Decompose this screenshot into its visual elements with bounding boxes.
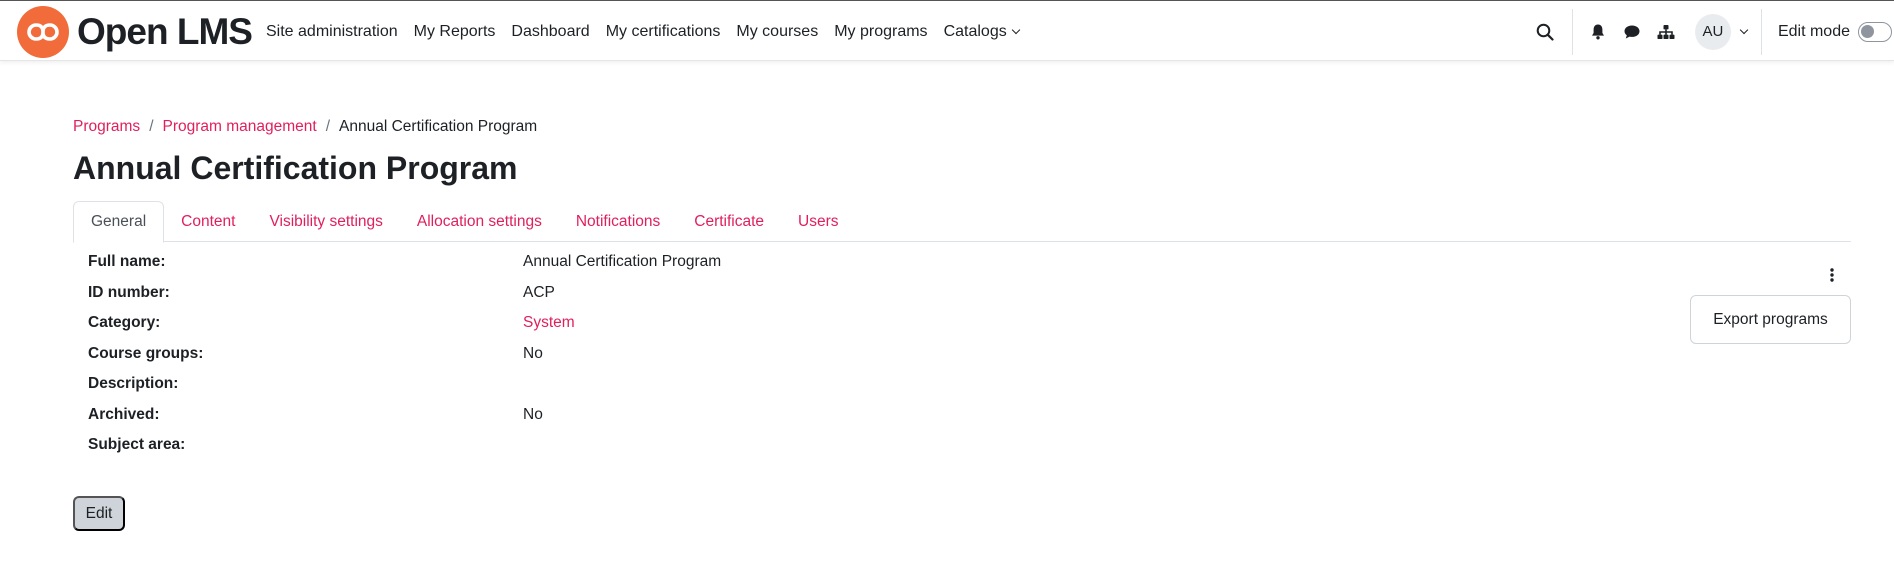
open-lms-logo-icon (17, 6, 69, 58)
page-title: Annual Certification Program (73, 150, 518, 186)
detail-label: Course groups: (88, 345, 204, 362)
detail-row-category: Category: System (88, 314, 988, 344)
tab-visibility-settings[interactable]: Visibility settings (252, 201, 399, 242)
tab-notifications[interactable]: Notifications (559, 201, 677, 242)
breadcrumb: Programs / Program management / Annual C… (73, 118, 537, 136)
detail-value: Annual Certification Program (523, 253, 722, 270)
toggle-knob (1861, 24, 1874, 38)
edit-button[interactable]: Edit (73, 496, 125, 531)
tab-allocation-settings[interactable]: Allocation settings (400, 201, 559, 242)
user-menu-chevron-down-icon[interactable] (1739, 25, 1749, 34)
detail-label: ID number: (88, 284, 170, 301)
detail-row-full-name: Full name: Annual Certification Program (88, 253, 988, 283)
nav-catalogs-dropdown[interactable]: Catalogs (936, 1, 1027, 62)
chat-icon[interactable] (1615, 15, 1649, 49)
navbar-divider (1571, 8, 1573, 55)
nav-dashboard[interactable]: Dashboard (503, 1, 597, 62)
program-tabs: General Content Visibility settings Allo… (73, 201, 1851, 243)
navbar-right-tools: AU Edit mode (1528, 1, 1894, 62)
detail-value: ACP (523, 284, 555, 301)
user-avatar[interactable]: AU (1694, 13, 1731, 50)
export-programs-button[interactable]: Export programs (1690, 295, 1851, 344)
detail-row-subject-area: Subject area: (88, 436, 988, 466)
more-actions-kebab-icon[interactable] (1822, 265, 1842, 285)
detail-row-course-groups: Course groups: No (88, 345, 988, 375)
nav-my-programs[interactable]: My programs (826, 1, 935, 62)
navbar-divider (1760, 8, 1762, 55)
sitemap-icon[interactable] (1649, 15, 1683, 49)
detail-label: Description: (88, 375, 179, 392)
tab-certificate[interactable]: Certificate (677, 201, 781, 242)
detail-label: Full name: (88, 253, 166, 270)
nav-site-administration[interactable]: Site administration (258, 1, 406, 62)
primary-nav: Site administration My Reports Dashboard… (258, 1, 1027, 62)
search-icon[interactable] (1528, 15, 1562, 49)
detail-label: Archived: (88, 406, 160, 423)
edit-mode-toggle[interactable] (1858, 21, 1892, 42)
tab-content[interactable]: Content (164, 201, 252, 242)
breadcrumb-programs-link[interactable]: Programs (73, 118, 140, 136)
detail-value: No (523, 345, 543, 362)
detail-row-id-number: ID number: ACP (88, 284, 988, 314)
breadcrumb-program-management-link[interactable]: Program management (163, 118, 317, 136)
edit-mode-label: Edit mode (1777, 22, 1850, 40)
nav-my-certifications[interactable]: My certifications (598, 1, 729, 62)
tab-users[interactable]: Users (781, 201, 855, 242)
breadcrumb-current: Annual Certification Program (339, 118, 538, 135)
category-link[interactable]: System (523, 314, 575, 332)
nav-my-reports[interactable]: My Reports (406, 1, 504, 62)
bell-icon[interactable] (1581, 15, 1615, 49)
breadcrumb-separator: / (149, 118, 154, 135)
site-logo[interactable]: Open LMS (17, 6, 253, 58)
tab-general[interactable]: General (73, 201, 165, 243)
detail-row-description: Description: (88, 375, 988, 405)
detail-row-archived: Archived: No (88, 406, 988, 436)
top-navbar: Open LMS Site administration My Reports … (0, 0, 1894, 61)
detail-label: Category: (88, 314, 161, 331)
detail-label: Subject area: (88, 436, 186, 453)
nav-my-courses[interactable]: My courses (728, 1, 826, 62)
brand-name: Open LMS (77, 11, 253, 52)
breadcrumb-separator: / (325, 118, 331, 135)
detail-value: No (523, 406, 543, 423)
